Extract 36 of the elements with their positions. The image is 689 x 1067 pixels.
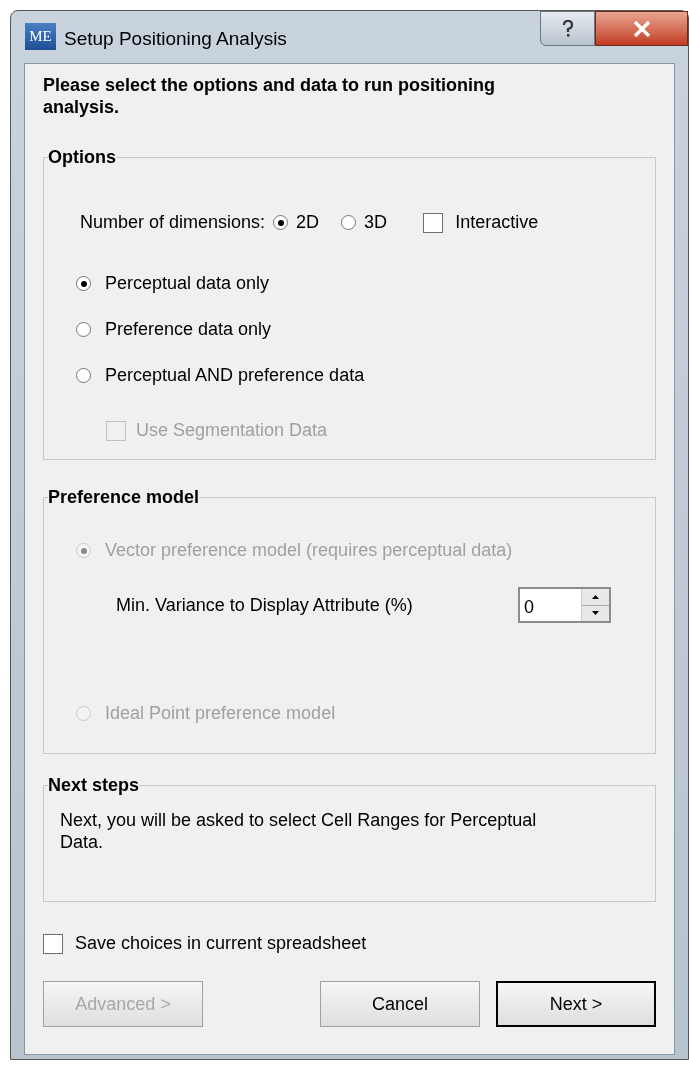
option-label: 2D [296,211,320,234]
radio-button[interactable] [273,215,289,230]
close-button[interactable] [595,11,688,46]
checkbox[interactable] [423,212,444,233]
option-label: Perceptual AND preference data [105,364,365,387]
option-label: 3D [364,211,388,234]
group-title: Next steps [48,774,140,797]
option-label: Interactive [455,211,539,234]
up-arrow-icon [592,594,599,599]
option-label: Vector preference model (requires perceptual data) [105,539,513,562]
group-title: Options [48,146,116,169]
option-label: Ideal Point preference model [105,702,336,725]
radio-button[interactable] [76,276,91,291]
window-title: Setup Positioning Analysis [64,27,287,51]
group-title: Preference model [48,486,200,509]
instruction-text: Please select the options and data to run positioning analysis. [43,74,497,118]
radio-button[interactable] [341,215,357,230]
help-icon [561,19,574,38]
next-steps-text: Next, you will be asked to select Cell Ranges for Perceptual Data. [60,809,538,853]
option-label: Perceptual data only [105,272,270,295]
app-logo: ME [25,23,56,50]
dialog-button[interactable]: Next > [496,981,656,1027]
help-button[interactable] [540,11,595,46]
field-label: Min. Variance to Display Attribute (%) [116,593,413,617]
radio-button[interactable] [76,368,91,383]
field-label: Number of dimensions: [80,211,266,234]
spin-up-button[interactable] [582,589,609,606]
option-label: Save choices in current spreadsheet [75,932,367,955]
option-label: Preference data only [105,318,272,341]
number-spinner[interactable]: 0 [518,587,611,623]
checkbox[interactable] [43,933,63,954]
option-label: Use Segmentation Data [136,419,328,442]
radio-button[interactable] [76,322,91,337]
dialog-button[interactable]: Cancel [320,981,480,1027]
close-icon [632,20,651,37]
down-arrow-icon [592,611,599,616]
